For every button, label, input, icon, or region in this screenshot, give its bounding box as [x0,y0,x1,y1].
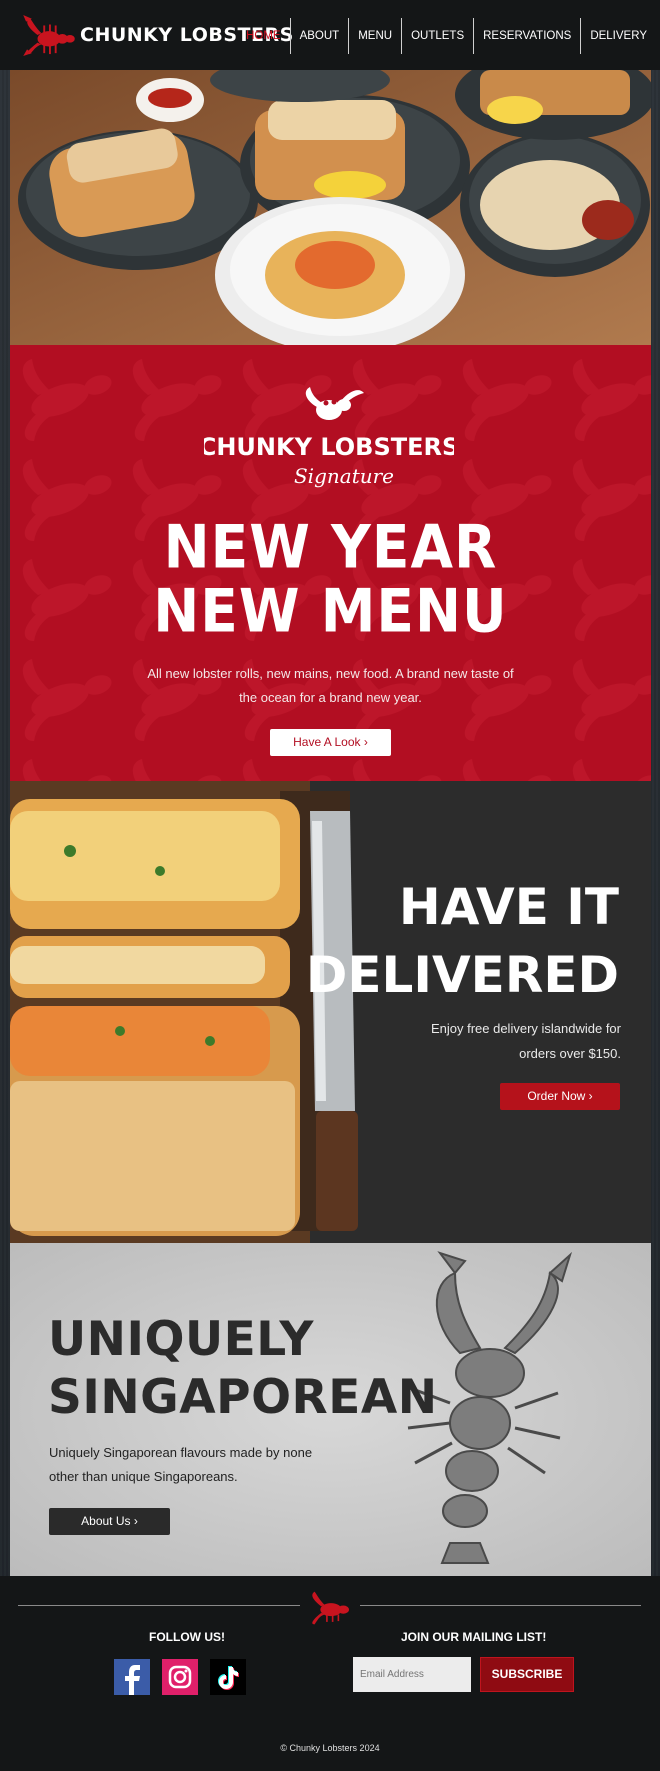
promo-headline-line-2: NEW MENU [153,576,508,646]
chevron-right-icon: › [588,1089,593,1103]
footer: FOLLOW US! JOIN OUR MAILING LIST! SUBSCR… [0,1576,660,1771]
follow-us-label: FOLLOW US! [149,1630,225,1644]
top-nav: CHUNKY LOBSTERS HOME ABOUT MENU OUTLETS … [0,0,660,70]
delivery-headline: HAVE IT DELIVERED [306,873,619,1009]
chevron-right-icon: › [133,1514,138,1528]
nav-item-reservations[interactable]: RESERVATIONS [473,18,580,54]
promo-headline: NEW YEAR NEW MENU [10,512,651,646]
promo-headline-line-1: NEW YEAR [163,512,498,582]
nav-item-about[interactable]: ABOUT [289,18,349,54]
have-a-look-label: Have A Look [293,735,361,749]
about-us-label: About Us [81,1514,131,1528]
new-menu-promo: CHUNKY LOBSTERS Signature NEW YEAR NEW M… [10,345,651,781]
facebook-icon[interactable] [114,1659,150,1695]
signature-logo-text: CHUNKY LOBSTERS [204,433,454,461]
footer-divider-left [18,1605,300,1606]
hero-food-image [10,70,651,345]
lobster-roll-photo [10,781,651,1243]
instagram-icon[interactable] [162,1659,198,1695]
nav-item-outlets[interactable]: OUTLETS [401,18,473,54]
have-a-look-button[interactable]: Have A Look › [270,729,391,756]
nav-menu: HOME ABOUT MENU OUTLETS RESERVATIONS DEL… [237,18,656,54]
nav-item-home[interactable]: HOME [237,18,290,54]
copyright-text: © Chunky Lobsters 2024 [280,1743,380,1753]
about-us-button[interactable]: About Us › [49,1508,170,1535]
subscribe-button[interactable]: SUBSCRIBE [480,1657,574,1692]
food-photo [10,70,651,345]
signature-logo-script: Signature [294,464,394,488]
about-description: Uniquely Singaporean flavours made by no… [49,1445,313,1484]
about-headline-line-1: UNIQUELY [48,1312,314,1367]
order-now-label: Order Now [527,1089,586,1103]
nav-item-delivery[interactable]: DELIVERY [580,18,656,54]
promo-content: CHUNKY LOBSTERS Signature NEW YEAR NEW M… [10,345,651,781]
delivery-headline-line-2: DELIVERED [305,946,619,1004]
tiktok-icon[interactable] [210,1659,246,1695]
delivery-section: HAVE IT DELIVERED Enjoy free delivery is… [10,781,651,1243]
footer-divider-right [360,1605,641,1606]
delivery-description: Enjoy free delivery islandwide for order… [430,1021,621,1061]
promo-description: All new lobster rolls, new mains, new fo… [147,666,514,705]
lobster-icon [312,1591,349,1625]
about-section: UNIQUELY SINGAPOREAN Uniquely Singaporea… [10,1243,651,1576]
signature-logo: CHUNKY LOBSTERS Signature [204,387,454,488]
chevron-right-icon: › [363,735,368,749]
lobster-icon [23,14,75,56]
about-headline-line-2: SINGAPOREAN [48,1370,438,1425]
mailing-list-label: JOIN OUR MAILING LIST! [401,1630,547,1644]
about-headline: UNIQUELY SINGAPOREAN [48,1311,438,1427]
order-now-button[interactable]: Order Now › [500,1083,620,1110]
email-input[interactable] [353,1657,471,1692]
delivery-headline-line-1: HAVE IT [398,878,619,936]
nav-item-menu[interactable]: MENU [348,18,401,54]
